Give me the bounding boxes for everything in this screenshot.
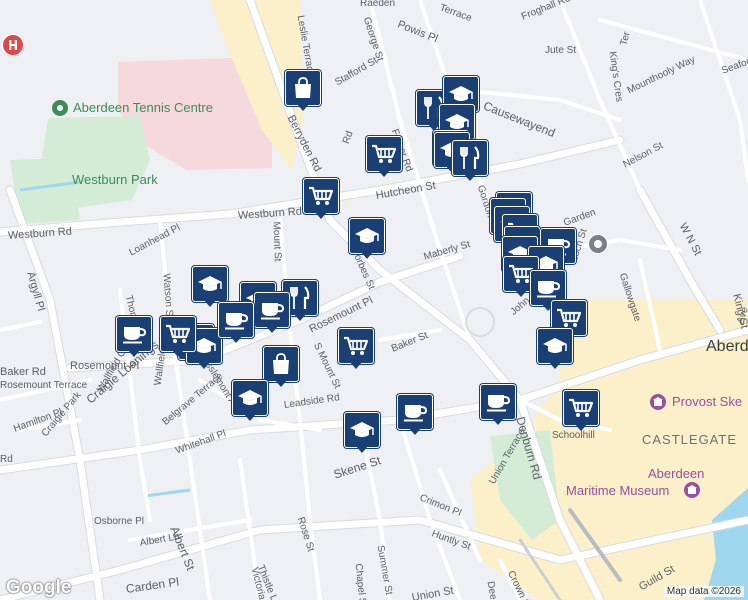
marker-tip xyxy=(296,103,310,111)
cafe-icon xyxy=(116,316,152,352)
marker-tip xyxy=(491,417,505,425)
marker-tip xyxy=(243,413,257,421)
google-logo[interactable]: Google xyxy=(6,577,71,599)
school-icon xyxy=(232,380,268,416)
poi-label-westburn-park[interactable]: Westburn Park xyxy=(72,172,158,187)
marker-tip xyxy=(355,445,369,453)
park-pin-icon[interactable] xyxy=(52,100,68,116)
street-label: Mount St xyxy=(270,221,283,262)
marker-tip xyxy=(360,251,374,259)
marker-tip xyxy=(127,349,141,357)
info-pin-icon[interactable] xyxy=(588,234,608,254)
marker-tip xyxy=(314,211,328,219)
school-icon xyxy=(537,328,573,364)
cafe-icon xyxy=(218,302,254,338)
marker-tip xyxy=(408,427,422,435)
street-label: Rd xyxy=(0,454,13,465)
cafe-marker[interactable] xyxy=(218,302,254,344)
street-label: Jute St xyxy=(545,45,577,56)
park-pin-glyph xyxy=(57,105,63,111)
school-icon xyxy=(344,412,380,448)
street-label: Rosemount Terrace xyxy=(0,380,88,391)
marker-tip xyxy=(197,361,211,369)
marker-tip xyxy=(377,169,391,177)
marker-tip xyxy=(293,313,307,321)
marker-tip xyxy=(203,299,217,307)
school-marker[interactable] xyxy=(344,412,380,454)
school-icon xyxy=(349,218,385,254)
district-label-castlegate: CASTLEGATE xyxy=(642,432,738,447)
cart-icon xyxy=(303,178,339,214)
cafe-icon xyxy=(480,384,516,420)
cafe-marker[interactable] xyxy=(397,394,433,436)
cart-marker[interactable] xyxy=(563,390,599,432)
marker-tip xyxy=(171,349,185,357)
school-marker[interactable] xyxy=(537,328,573,370)
marker-tip xyxy=(265,325,279,333)
cart-marker[interactable] xyxy=(303,178,339,220)
cart-marker[interactable] xyxy=(338,328,374,370)
school-marker[interactable] xyxy=(232,380,268,422)
marker-tip xyxy=(349,361,363,369)
cafe-marker[interactable] xyxy=(116,316,152,358)
restaurant-marker[interactable] xyxy=(452,140,488,182)
poi-label-provost-skene[interactable]: Provost Ske xyxy=(672,394,742,409)
cafe-icon xyxy=(254,292,290,328)
hospital-icon[interactable] xyxy=(2,34,24,56)
map-attribution[interactable]: Map data ©2026 xyxy=(663,586,744,597)
cart-icon xyxy=(366,136,402,172)
cart-marker[interactable] xyxy=(160,316,196,358)
cart-marker[interactable] xyxy=(366,136,402,178)
cafe-marker[interactable] xyxy=(480,384,516,426)
museum-pin-icon-provost[interactable] xyxy=(650,394,666,410)
cart-icon xyxy=(160,316,196,352)
shopping-bag-icon xyxy=(263,346,299,382)
cart-icon xyxy=(338,328,374,364)
museum-glyph-2 xyxy=(687,485,697,494)
marker-tip xyxy=(574,423,588,431)
hospital-icon-glyph xyxy=(9,40,17,50)
museum-glyph xyxy=(653,397,663,406)
street-label: Raeden xyxy=(360,0,396,9)
marker-tip xyxy=(229,335,243,343)
city-label-aberdeen: Aberde xyxy=(706,338,748,355)
poi-label-maritime-line2[interactable]: Maritime Museum xyxy=(566,483,669,498)
shopping-bag-marker[interactable] xyxy=(285,70,321,112)
street-label: Baker Rd xyxy=(0,366,46,378)
school-icon xyxy=(192,266,228,302)
poi-label-tennis-centre[interactable]: Aberdeen Tennis Centre xyxy=(73,100,213,115)
cafe-icon xyxy=(397,394,433,430)
restaurant-icon xyxy=(452,140,488,176)
museum-pin-icon-maritime[interactable] xyxy=(684,482,700,498)
marker-tip xyxy=(274,379,288,387)
shopping-bag-icon xyxy=(285,70,321,106)
marker-tip xyxy=(463,173,477,181)
school-marker[interactable] xyxy=(349,218,385,260)
map-canvas[interactable]: Aberdeen Tennis Centre Westburn Park Pro… xyxy=(0,0,748,600)
info-glyph xyxy=(594,240,602,248)
cafe-marker[interactable] xyxy=(254,292,290,334)
marker-tip xyxy=(548,361,562,369)
poi-label-maritime-line1[interactable]: Aberdeen xyxy=(648,466,704,481)
shopping-bag-marker[interactable] xyxy=(263,346,299,388)
marker-tip xyxy=(514,289,528,297)
street-label: Osborne Pl xyxy=(94,516,145,527)
cart-icon xyxy=(563,390,599,426)
